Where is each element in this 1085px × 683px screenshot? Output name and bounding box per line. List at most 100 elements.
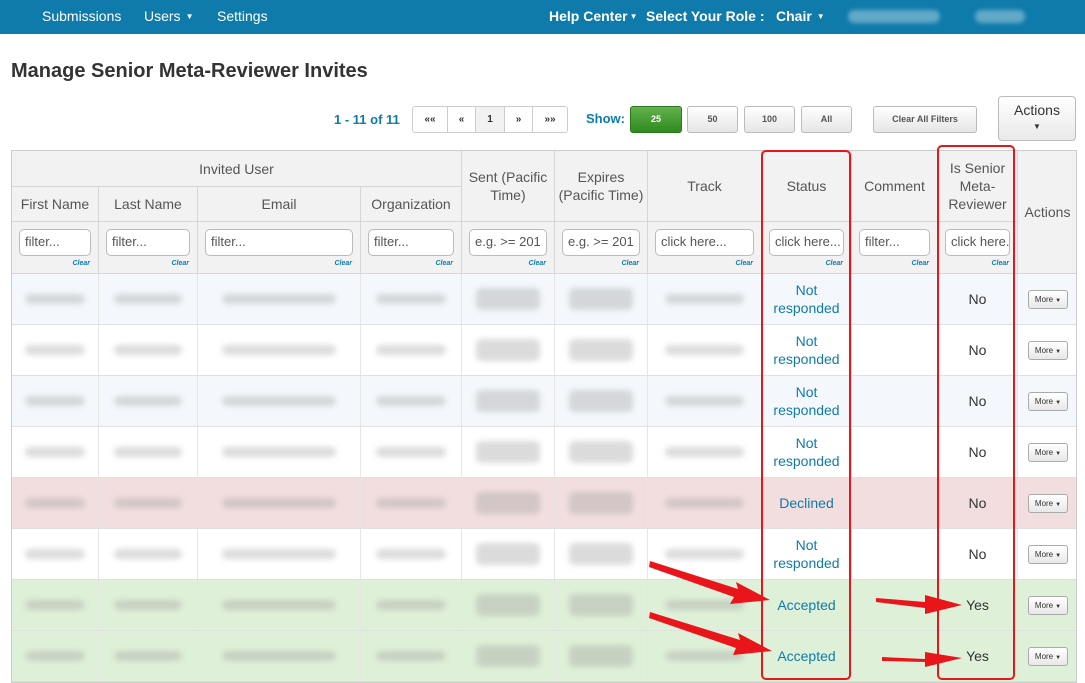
redacted-value xyxy=(222,498,336,508)
pager-last-button[interactable]: »» xyxy=(533,107,567,132)
nav-settings-label: Settings xyxy=(217,8,268,24)
more-button[interactable]: More ▼ xyxy=(1028,442,1068,462)
redacted-value xyxy=(113,651,183,661)
header-track[interactable]: Track xyxy=(648,151,762,222)
clear-sent-link[interactable]: Clear xyxy=(528,260,546,267)
filter-cell-sent: e.g. >= 201 Clear xyxy=(462,222,555,274)
header-actions: Actions xyxy=(1018,151,1076,274)
more-button-label: More xyxy=(1034,600,1054,610)
pager-first-button[interactable]: «« xyxy=(413,107,448,132)
clear-first-name-link[interactable]: Clear xyxy=(72,260,90,267)
redacted-value xyxy=(222,294,336,304)
user-name-redacted[interactable] xyxy=(848,10,940,23)
clear-expires-link[interactable]: Clear xyxy=(621,260,639,267)
redacted-cell xyxy=(462,529,555,579)
more-button[interactable]: More ▼ xyxy=(1028,646,1068,666)
comment-cell xyxy=(852,529,938,579)
filter-first-name-input[interactable]: filter... xyxy=(19,229,91,256)
header-expires[interactable]: Expires (Pacific Time) xyxy=(555,151,648,222)
redacted-value xyxy=(376,498,446,508)
caret-down-icon: ▼ xyxy=(185,12,194,21)
caret-down-icon: ▼ xyxy=(1033,122,1041,131)
redacted-value xyxy=(24,396,86,406)
redacted-cell xyxy=(99,427,198,477)
filter-track-input[interactable]: click here... xyxy=(655,229,754,256)
header-email[interactable]: Email xyxy=(198,187,361,222)
table-row: Not responded No More ▼ xyxy=(12,325,1076,376)
redacted-cell xyxy=(361,580,462,630)
redacted-cell xyxy=(198,478,361,528)
user-menu-redacted[interactable] xyxy=(975,10,1025,23)
pager-page-1[interactable]: 1 xyxy=(476,107,505,132)
nav-users[interactable]: Users ▼ xyxy=(144,0,193,34)
redacted-cell xyxy=(99,478,198,528)
show-25-button[interactable]: 25 xyxy=(630,106,682,133)
redacted-value xyxy=(24,447,86,457)
more-button-label: More xyxy=(1034,447,1054,457)
more-button[interactable]: More ▼ xyxy=(1028,544,1068,564)
redacted-cell xyxy=(361,274,462,324)
redacted-value xyxy=(222,345,336,355)
filter-comment-input[interactable]: filter... xyxy=(859,229,930,256)
show-all-button[interactable]: All xyxy=(801,106,852,133)
clear-last-name-link[interactable]: Clear xyxy=(171,260,189,267)
more-button[interactable]: More ▼ xyxy=(1028,340,1068,360)
caret-down-icon: ▼ xyxy=(816,12,825,21)
nav-help-center[interactable]: Help Center ▼ xyxy=(549,0,638,34)
redacted-cell xyxy=(648,529,762,579)
filter-sent-input[interactable]: e.g. >= 201 xyxy=(469,229,547,256)
show-50-button[interactable]: 50 xyxy=(687,106,738,133)
redacted-cell xyxy=(648,631,762,681)
redacted-cell xyxy=(361,631,462,681)
clear-email-link[interactable]: Clear xyxy=(334,260,352,267)
clear-organization-link[interactable]: Clear xyxy=(435,260,453,267)
header-last-name[interactable]: Last Name xyxy=(99,187,198,222)
nav-settings[interactable]: Settings xyxy=(217,0,268,34)
redacted-cell xyxy=(361,376,462,426)
header-comment[interactable]: Comment xyxy=(852,151,938,222)
redacted-cell xyxy=(462,376,555,426)
show-100-button[interactable]: 100 xyxy=(744,106,795,133)
clear-all-filters-button[interactable]: Clear All Filters xyxy=(873,106,977,133)
more-button[interactable]: More ▼ xyxy=(1028,595,1068,615)
caret-down-icon: ▼ xyxy=(1055,297,1062,304)
pager-next-button[interactable]: » xyxy=(505,107,533,132)
redacted-value xyxy=(475,288,541,310)
header-first-name[interactable]: First Name xyxy=(12,187,99,222)
filter-last-name-input[interactable]: filter... xyxy=(106,229,190,256)
more-button-label: More xyxy=(1034,498,1054,508)
caret-down-icon: ▼ xyxy=(1055,399,1062,406)
clear-track-link[interactable]: Clear xyxy=(735,260,753,267)
redacted-value xyxy=(113,600,183,610)
more-button[interactable]: More ▼ xyxy=(1028,289,1068,309)
redacted-value xyxy=(664,396,745,406)
filter-cell-email: filter... Clear xyxy=(198,222,361,274)
pager-prev-button[interactable]: « xyxy=(448,107,476,132)
actions-cell: More ▼ xyxy=(1018,478,1076,528)
table-row: Not responded No More ▼ xyxy=(12,274,1076,325)
redacted-value xyxy=(376,396,446,406)
more-button[interactable]: More ▼ xyxy=(1028,493,1068,513)
filter-expires-input[interactable]: e.g. >= 201 xyxy=(562,229,640,256)
actions-cell: More ▼ xyxy=(1018,529,1076,579)
redacted-value xyxy=(475,339,541,361)
show-label: Show: xyxy=(586,111,625,126)
redacted-cell xyxy=(12,529,99,579)
filter-organization-input[interactable]: filter... xyxy=(368,229,454,256)
header-sent[interactable]: Sent (Pacific Time) xyxy=(462,151,555,222)
redacted-value xyxy=(376,549,446,559)
redacted-value xyxy=(376,600,446,610)
nav-submissions[interactable]: Submissions xyxy=(42,0,121,34)
more-button[interactable]: More ▼ xyxy=(1028,391,1068,411)
actions-button[interactable]: Actions ▼ xyxy=(998,96,1076,141)
clear-comment-link[interactable]: Clear xyxy=(911,260,929,267)
pagination: «« « 1 » »» xyxy=(412,106,568,133)
filter-email-input[interactable]: filter... xyxy=(205,229,353,256)
header-organization[interactable]: Organization xyxy=(361,187,462,222)
actions-cell: More ▼ xyxy=(1018,325,1076,375)
redacted-value xyxy=(222,600,336,610)
nav-role-dropdown[interactable]: Chair ▼ xyxy=(776,0,825,34)
nav-users-label: Users xyxy=(144,8,181,24)
senior-column-highlight xyxy=(937,145,1015,680)
table-row: Accepted Yes More ▼ xyxy=(12,580,1076,631)
